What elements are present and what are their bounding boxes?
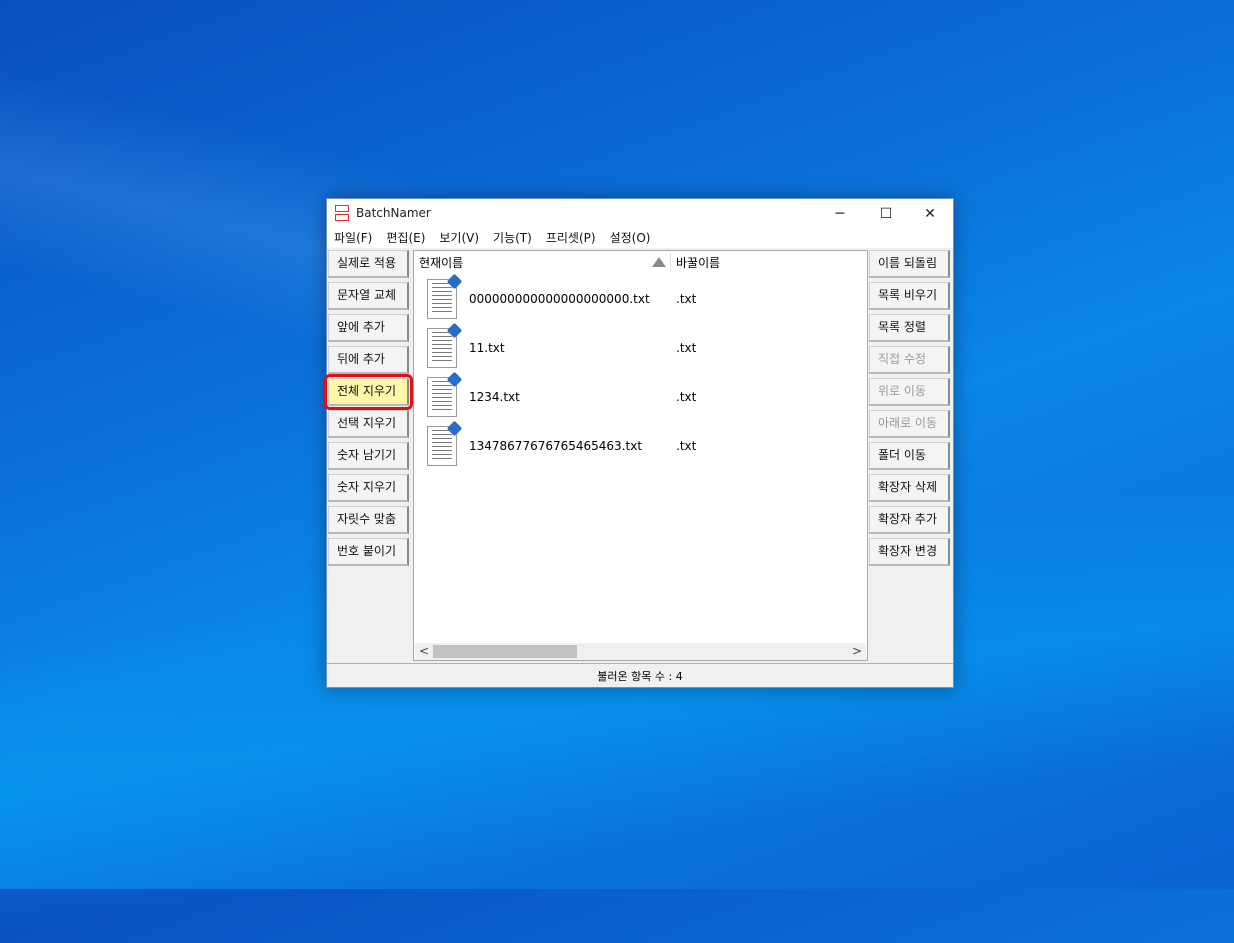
column-current-name[interactable]: 현재이름 xyxy=(419,254,463,271)
current-file-name: 1234.txt xyxy=(469,390,520,404)
revert-names-button[interactable]: 이름 되돌림 xyxy=(869,250,950,278)
left-action-panel: 실제로 적용 문자열 교체 앞에 추가 뒤에 추가 전체 지우기 선택 지우기 … xyxy=(324,250,413,570)
replace-string-button[interactable]: 문자열 교체 xyxy=(328,282,409,310)
list-header: 현재이름 바꿀이름 xyxy=(414,251,867,273)
add-extension-button[interactable]: 확장자 추가 xyxy=(869,506,950,534)
current-file-name: 000000000000000000000.txt xyxy=(469,292,650,306)
text-file-icon xyxy=(427,371,463,418)
column-new-name[interactable]: 바꿀이름 xyxy=(676,254,720,271)
list-item[interactable]: 11.txt .txt xyxy=(424,322,864,372)
horizontal-scrollbar[interactable]: < > xyxy=(415,643,866,660)
status-bar: 불러온 항목 수 : 4 xyxy=(327,663,953,687)
text-file-icon xyxy=(427,420,463,467)
scroll-right-arrow-icon[interactable]: > xyxy=(850,643,864,660)
scroll-left-arrow-icon[interactable]: < xyxy=(417,643,431,660)
right-action-panel: 이름 되돌림 목록 비우기 목록 정렬 직접 수정 위로 이동 아래로 이동 폴… xyxy=(869,250,953,570)
remove-numbers-button[interactable]: 숫자 지우기 xyxy=(328,474,409,502)
menu-bar: 파일(F) 편집(E) 보기(V) 기능(T) 프리셋(P) 설정(O) xyxy=(327,228,953,248)
empty-list-button[interactable]: 목록 비우기 xyxy=(869,282,950,310)
title-bar[interactable]: BatchNamer ─ ☐ ✕ xyxy=(327,199,953,228)
menu-settings[interactable]: 설정(O) xyxy=(603,228,658,248)
keep-numbers-button[interactable]: 숫자 남기기 xyxy=(328,442,409,470)
text-file-icon xyxy=(427,273,463,320)
text-file-icon xyxy=(427,322,463,369)
clear-selected-button[interactable]: 선택 지우기 xyxy=(328,410,409,438)
new-file-name: .txt xyxy=(676,292,697,306)
minimize-button[interactable]: ─ xyxy=(817,199,863,228)
menu-file[interactable]: 파일(F) xyxy=(327,228,379,248)
move-down-button[interactable]: 아래로 이동 xyxy=(869,410,950,438)
move-up-button[interactable]: 위로 이동 xyxy=(869,378,950,406)
new-file-name: .txt xyxy=(676,439,697,453)
menu-presets[interactable]: 프리셋(P) xyxy=(539,228,603,248)
apply-button[interactable]: 실제로 적용 xyxy=(328,250,409,278)
close-button[interactable]: ✕ xyxy=(907,199,953,228)
menu-tools[interactable]: 기능(T) xyxy=(486,228,539,248)
change-extension-button[interactable]: 확장자 변경 xyxy=(869,538,950,566)
move-folder-button[interactable]: 폴더 이동 xyxy=(869,442,950,470)
pad-digits-button[interactable]: 자릿수 맞춤 xyxy=(328,506,409,534)
list-item[interactable]: 1234.txt .txt xyxy=(424,371,864,421)
list-item[interactable]: 13478677676765465463.txt .txt xyxy=(424,420,864,470)
app-icon xyxy=(335,205,349,221)
edit-directly-button[interactable]: 직접 수정 xyxy=(869,346,950,374)
scroll-thumb[interactable] xyxy=(433,645,577,658)
prepend-button[interactable]: 앞에 추가 xyxy=(328,314,409,342)
status-item-count: 불러온 항목 수 : 4 xyxy=(597,670,683,683)
list-item[interactable]: 000000000000000000000.txt .txt xyxy=(424,273,864,323)
new-file-name: .txt xyxy=(676,390,697,404)
add-numbering-button[interactable]: 번호 붙이기 xyxy=(328,538,409,566)
sort-ascending-icon[interactable] xyxy=(652,257,666,267)
new-file-name: .txt xyxy=(676,341,697,355)
current-file-name: 13478677676765465463.txt xyxy=(469,439,643,453)
current-file-name: 11.txt xyxy=(469,341,505,355)
delete-extension-button[interactable]: 확장자 삭제 xyxy=(869,474,950,502)
append-button[interactable]: 뒤에 추가 xyxy=(328,346,409,374)
menu-edit[interactable]: 편집(E) xyxy=(379,228,432,248)
clear-all-button[interactable]: 전체 지우기 xyxy=(324,374,413,410)
menu-view[interactable]: 보기(V) xyxy=(432,228,486,248)
batchnamer-window: BatchNamer ─ ☐ ✕ 파일(F) 편집(E) 보기(V) 기능(T)… xyxy=(324,198,954,688)
sort-list-button[interactable]: 목록 정렬 xyxy=(869,314,950,342)
column-divider[interactable] xyxy=(670,253,671,271)
maximize-button[interactable]: ☐ xyxy=(863,199,909,228)
window-title: BatchNamer xyxy=(356,206,431,220)
file-list[interactable]: 현재이름 바꿀이름 000000000000000000000.txt .txt… xyxy=(413,250,868,661)
